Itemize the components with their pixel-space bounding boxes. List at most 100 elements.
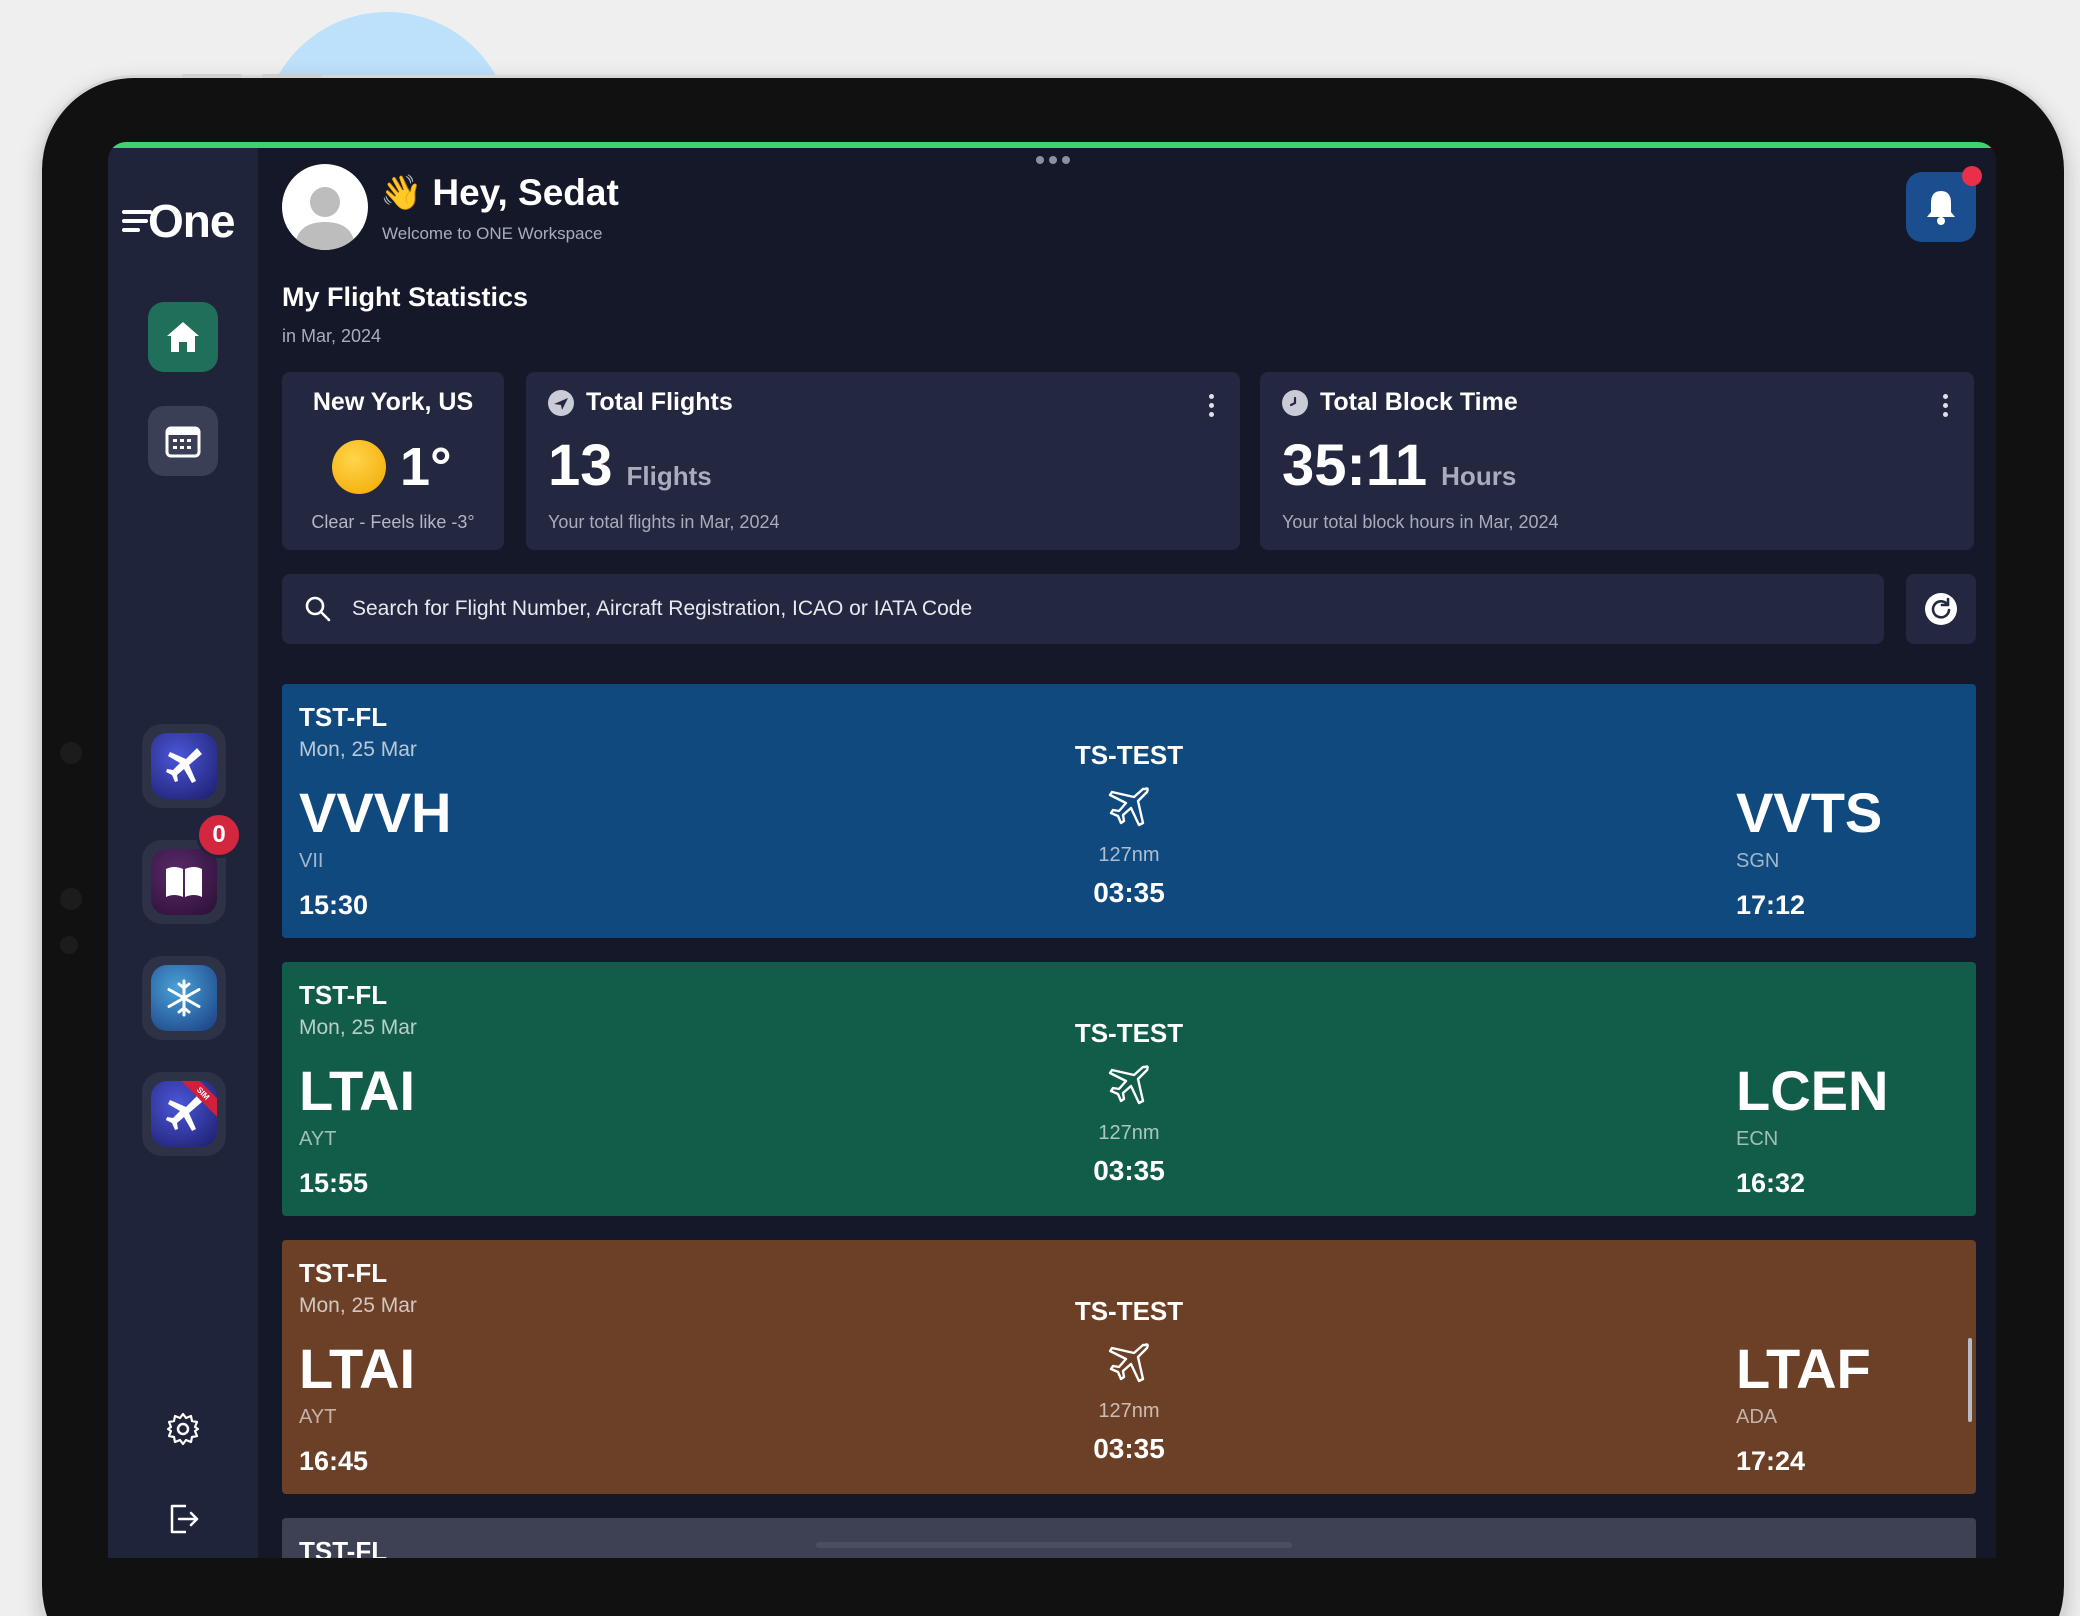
sidebar: One 0 SIM — [108, 148, 258, 1558]
airplane-icon — [166, 1096, 202, 1131]
simulator-app-tile[interactable]: SIM — [142, 1072, 226, 1156]
volume-button — [262, 74, 322, 78]
flight-date: Mon, 25 Mar — [299, 1294, 417, 1317]
logbook-badge: 0 — [196, 812, 242, 858]
logout-button[interactable] — [166, 1502, 200, 1541]
search-input[interactable] — [352, 597, 1752, 621]
arrival-time: 17:12 — [1736, 890, 1806, 920]
notifications-button[interactable] — [1906, 166, 1982, 242]
weather-desc: Clear - Feels like -3° — [311, 512, 475, 532]
snowflake-icon — [167, 979, 201, 1017]
departure-icao: LTAI — [299, 1059, 416, 1122]
section-title: My Flight Statistics — [282, 282, 529, 312]
departure-time: 15:55 — [299, 1168, 369, 1198]
card-title: Total Block Time — [1320, 388, 1518, 416]
more-options-icon[interactable] — [1209, 394, 1214, 417]
book-icon — [166, 867, 202, 897]
flight-number: TST-FL — [299, 980, 388, 1010]
logout-icon — [170, 1504, 199, 1534]
scrollbar[interactable] — [1968, 1338, 1972, 1422]
aircraft-registration: TS-TEST — [1074, 1296, 1184, 1326]
card-title: Total Flights — [586, 388, 733, 416]
camera-dot — [60, 888, 82, 910]
sun-icon — [332, 440, 386, 494]
departure-icao: LTAI — [299, 1337, 416, 1400]
flight-card[interactable]: TST-FL Mon, 25 Mar LTAI AYT 16:45 TS-TES… — [282, 1240, 1976, 1494]
departure-iata: VII — [299, 850, 324, 872]
avatar[interactable] — [282, 164, 368, 250]
camera-dot — [60, 936, 78, 954]
card-footer: Your total flights in Mar, 2024 — [548, 512, 780, 532]
notification-dot — [1962, 166, 1982, 186]
flight-number: TST-FL — [299, 702, 388, 732]
arrival-iata: ADA — [1736, 1406, 1778, 1428]
airplane-circle-icon — [548, 389, 574, 416]
flight-card[interactable]: TST-FL Mon, 25 Mar LTAI AYT 15:55 TS-TES… — [282, 962, 1976, 1216]
home-icon — [167, 322, 199, 352]
nav-home-button[interactable] — [148, 302, 218, 372]
card-footer: Your total block hours in Mar, 2024 — [1282, 512, 1559, 532]
block-time-unit: Hours — [1441, 461, 1517, 491]
block-time-card[interactable]: Total Block Time 35:11 Hours Your total … — [1260, 372, 1974, 550]
airplane-icon — [166, 748, 202, 783]
flight-distance: 127nm — [1098, 1400, 1160, 1422]
arrival-iata: SGN — [1736, 850, 1780, 872]
airplane-outline-icon — [1108, 787, 1149, 827]
departure-time: 16:45 — [299, 1446, 369, 1476]
weather-temp: 1° — [400, 437, 452, 497]
departure-time: 15:30 — [299, 890, 369, 920]
flight-date: Mon, 25 Mar — [299, 738, 417, 761]
logo-text: One — [148, 195, 235, 247]
section-period: in Mar, 2024 — [282, 326, 382, 346]
volume-button — [182, 74, 242, 78]
flight-card[interactable]: TST-FL — [282, 1518, 1976, 1558]
aircraft-registration: TS-TEST — [1074, 1018, 1184, 1048]
settings-button[interactable] — [166, 1412, 200, 1451]
nav-calendar-button[interactable] — [148, 406, 218, 476]
weather-app-tile[interactable] — [142, 956, 226, 1040]
flight-distance: 127nm — [1098, 844, 1160, 866]
arrival-time: 16:32 — [1736, 1168, 1806, 1198]
flights-value: 13 — [548, 433, 613, 498]
greeting-title: Hey, Sedat — [432, 172, 619, 213]
refresh-icon — [1925, 593, 1957, 625]
weather-card[interactable]: New York, US 1° Clear - Feels like -3° — [282, 372, 504, 550]
flight-card[interactable]: TST-FL Mon, 25 Mar VVVH VII 15:30 TS-TES… — [282, 684, 1976, 938]
arrival-time: 17:24 — [1736, 1446, 1806, 1476]
app-logo: One — [122, 194, 235, 248]
camera-dot — [60, 742, 82, 764]
home-indicator[interactable] — [816, 1542, 1292, 1548]
main-content: 👋 Hey, Sedat Welcome to ONE Workspace My… — [282, 142, 1996, 1558]
search-bar[interactable] — [282, 574, 1884, 644]
flight-duration: 03:35 — [1093, 877, 1165, 908]
greeting: 👋 Hey, Sedat — [380, 172, 619, 214]
user-icon — [295, 187, 355, 250]
departure-icao: VVVH — [299, 781, 452, 844]
more-options-icon[interactable] — [1943, 394, 1948, 417]
wave-emoji: 👋 — [380, 174, 423, 212]
arrival-iata: ECN — [1736, 1128, 1779, 1150]
arrival-icao: LTAF — [1736, 1337, 1871, 1400]
bell-icon — [1927, 191, 1955, 225]
flight-distance: 127nm — [1098, 1122, 1160, 1144]
arrival-icao: LCEN — [1736, 1059, 1889, 1122]
departure-iata: AYT — [299, 1128, 337, 1150]
calendar-icon — [165, 426, 201, 458]
gear-icon — [166, 1412, 200, 1446]
total-flights-card[interactable]: Total Flights 13 Flights Your total flig… — [526, 372, 1240, 550]
app-screen: One 0 SIM 👋 Hey, Sedat Welcome to ONE Wo… — [108, 142, 1996, 1558]
flight-number: TST-FL — [299, 1258, 388, 1288]
refresh-button[interactable] — [1906, 574, 1976, 644]
flight-number: TST-FL — [299, 1536, 388, 1558]
airplane-outline-icon — [1108, 1065, 1149, 1105]
greeting-subtitle: Welcome to ONE Workspace — [382, 224, 603, 243]
block-time-value: 35:11 — [1282, 433, 1428, 498]
weather-city: New York, US — [312, 388, 474, 416]
search-icon — [305, 596, 331, 622]
flight-date: Mon, 25 Mar — [299, 1016, 417, 1039]
flight-duration: 03:35 — [1093, 1433, 1165, 1464]
flights-unit: Flights — [626, 461, 712, 491]
flight-duration: 03:35 — [1093, 1155, 1165, 1186]
flight-app-tile[interactable] — [142, 724, 226, 808]
clock-icon — [1282, 389, 1308, 416]
